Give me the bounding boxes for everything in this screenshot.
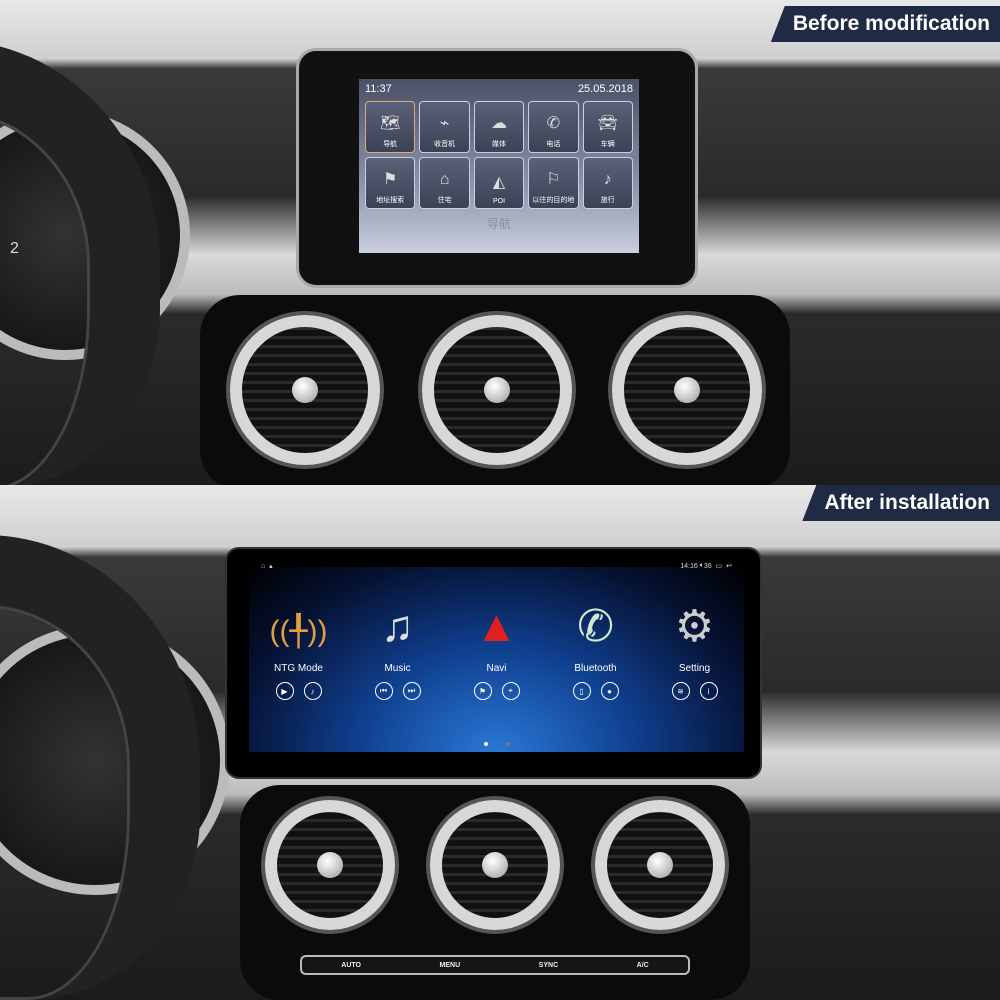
route-icon[interactable]: ⌖ (501, 682, 520, 700)
climate-panel: AUTO MENU SYNC A/C (300, 955, 690, 975)
contact-icon[interactable]: ● (600, 682, 619, 700)
menu-tile[interactable]: ♪ 旅行 (582, 157, 633, 209)
next-icon[interactable]: ⏭ (402, 682, 421, 700)
climate-ac-button[interactable]: A/C (637, 962, 649, 969)
media-icon: ☁ (490, 115, 507, 132)
original-display: 11:37 25.05.2018 🗺︎ 导航 ⌁ 收音机 ☁ 媒体 ✆ 电话 🚘︎ 车辆 ⚑ 地址搜索… (296, 48, 698, 288)
menu-tile[interactable]: ⚐ 以往的目的地 (528, 157, 579, 209)
gear-icon[interactable]: ⚙ (650, 597, 740, 657)
tile-label: 住宅 (437, 197, 452, 204)
after-photo: After installation 6 AUTO MENU SYNC A/C … (0, 485, 1000, 1000)
after-banner: After installation (802, 485, 1000, 521)
original-screen: 11:37 25.05.2018 🗺︎ 导航 ⌁ 收音机 ☁ 媒体 ✆ 电话 🚘︎ 车辆 ⚑ 地址搜索… (359, 79, 639, 253)
tile-label: 媒体 (491, 141, 506, 148)
tile-label: 地址搜索 (376, 197, 405, 204)
menu-tile[interactable]: ◭ POI (473, 157, 525, 209)
app-setting[interactable]: ⚙ Setting ≋ i (650, 597, 740, 700)
menu-tile[interactable]: 🚘︎ 车辆 (582, 101, 633, 153)
tile-label: 导航 (383, 141, 398, 148)
page-indicator[interactable] (249, 742, 744, 746)
screen-title: 导航 (486, 217, 511, 231)
air-vent[interactable] (430, 800, 560, 930)
antenna-icon[interactable]: ((╀)) (254, 597, 344, 657)
home-icon[interactable]: ⌂ (261, 563, 265, 570)
phone-screen-icon[interactable]: ▯ (572, 682, 591, 700)
air-vent[interactable] (595, 800, 725, 930)
tile-label: 旅行 (600, 197, 615, 204)
radio-icon: ⌁ (439, 115, 450, 132)
tile-label: 电话 (546, 141, 561, 148)
car-icon[interactable]: ▴ (269, 562, 273, 570)
status-time: 14:16 (680, 562, 698, 570)
music-icon[interactable]: ♪ (303, 682, 322, 700)
music-note-icon: ♪ (603, 171, 612, 188)
clock: 11:37 (365, 83, 392, 95)
menu-tile[interactable]: ✆ 电话 (528, 101, 579, 153)
previous-icon[interactable]: ⏮ (374, 682, 393, 700)
before-banner: Before modification (770, 6, 1000, 42)
play-icon[interactable]: ▶ (275, 682, 294, 700)
volume-level: 36 (703, 562, 712, 570)
app-label: Navi (486, 663, 507, 674)
info-icon[interactable]: i (699, 682, 718, 700)
app-label: NTG Mode (274, 663, 323, 674)
before-photo: Before modification 2 1 6 11:37 25.05.20… (0, 0, 1000, 490)
app-label: Music (384, 663, 411, 674)
phone-icon: ✆ (546, 115, 561, 132)
air-vent[interactable] (422, 315, 572, 465)
menu-grid: 🗺︎ 导航 ⌁ 收音机 ☁ 媒体 ✆ 电话 🚘︎ 车辆 ⚑ 地址搜索 ⌂ 住宅 ◭ POI ⚐ 以往的目的地 ♪ 旅行 (365, 101, 633, 209)
home-icon: ⌂ (439, 171, 450, 188)
app-bluetooth[interactable]: ✆ Bluetooth ▯ ● (551, 597, 641, 700)
center-console (200, 295, 790, 490)
app-row: ((╀)) NTG Mode ▶ ♪ ♫ Music ⏮ ⏭ ▲ Navi ⚑ ⌖ ✆ Bluetooth… (249, 597, 744, 700)
tile-label: POI (492, 198, 506, 205)
menu-tile[interactable]: ⌁ 收音机 (419, 101, 470, 153)
tile-label: 收音机 (434, 141, 456, 148)
menu-tile[interactable]: ⌂ 住宅 (419, 157, 470, 209)
car-icon: 🚘︎ (597, 115, 618, 132)
menu-tile[interactable]: ☁ 媒体 (473, 101, 525, 153)
menu-tile[interactable]: ⚑ 地址搜索 (365, 157, 416, 209)
climate-sync-button[interactable]: SYNC (539, 962, 558, 969)
flags-icon: ⚐ (546, 171, 561, 188)
steering-wheel (0, 40, 160, 490)
app-ntg-mode[interactable]: ((╀)) NTG Mode ▶ ♪ (254, 597, 344, 700)
navigation-arrow-icon[interactable]: ▲ (452, 597, 542, 657)
flag-icon[interactable]: ⚑ (473, 682, 492, 700)
app-navi[interactable]: ▲ Navi ⚑ ⌖ (452, 597, 542, 700)
recent-apps-icon[interactable]: ▭ (716, 562, 723, 570)
app-label: Setting (678, 663, 711, 674)
menu-tile[interactable]: 🗺︎ 导航 (365, 101, 416, 153)
air-vent[interactable] (265, 800, 395, 930)
back-icon[interactable]: ↩ (726, 562, 732, 570)
steering-wheel (0, 535, 200, 1000)
wifi-icon[interactable]: ≋ (671, 682, 690, 700)
android-display: ⌂ ▴ 14:16 🔈︎ 36 ▭ ↩ ((╀)) NTG Mode ▶ ♪ ♫ Musi… (225, 547, 762, 779)
date: 25.05.2018 (577, 83, 633, 95)
climate-auto-button[interactable]: AUTO (341, 962, 361, 969)
status-bar: ⌂ ▴ 14:16 🔈︎ 36 ▭ ↩ (249, 559, 744, 573)
climate-menu-button[interactable]: MENU (440, 962, 461, 969)
app-label: Bluetooth (574, 663, 617, 674)
music-note-icon[interactable]: ♫ (353, 597, 443, 657)
app-music[interactable]: ♫ Music ⏮ ⏭ (353, 597, 443, 700)
map-icon: 🗺︎ (380, 115, 401, 132)
android-screen: ⌂ ▴ 14:16 🔈︎ 36 ▭ ↩ ((╀)) NTG Mode ▶ ♪ ♫ Musi… (249, 562, 744, 752)
tile-label: 车辆 (600, 141, 615, 148)
air-vent[interactable] (230, 315, 380, 465)
air-vent[interactable] (612, 315, 762, 465)
tile-label: 以往的目的地 (532, 197, 575, 204)
poi-map-icon: ◭ (492, 174, 506, 191)
phone-icon[interactable]: ✆ (551, 597, 641, 657)
flag-icon: ⚑ (383, 171, 398, 188)
